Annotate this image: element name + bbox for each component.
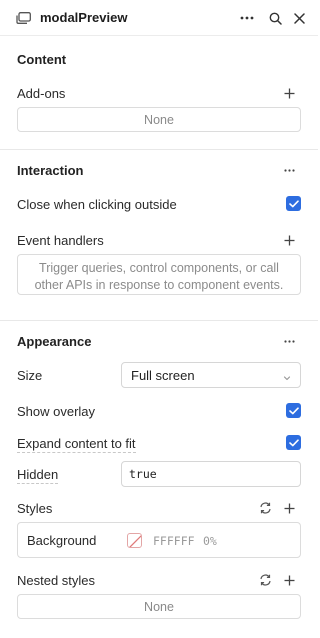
search-icon[interactable] [267, 10, 283, 26]
section-divider [0, 149, 318, 150]
addons-empty-box: None [17, 107, 301, 132]
event-handlers-label: Event handlers [17, 233, 104, 248]
style-row-background[interactable]: Background FFFFFF 0% [17, 522, 301, 558]
expand-content-label: Expand content to fit [17, 436, 136, 453]
event-handlers-empty-box: Trigger queries, control components, or … [17, 254, 301, 295]
transparent-color-swatch-icon[interactable] [127, 533, 142, 548]
hidden-label-text: Hidden [17, 467, 59, 484]
hidden-input[interactable]: true [121, 461, 301, 487]
size-select[interactable]: Full screen [121, 362, 301, 388]
reset-nested-styles-icon[interactable] [257, 572, 273, 588]
chevron-down-icon [282, 371, 292, 381]
nested-styles-empty-text: None [144, 599, 174, 614]
show-overlay-label: Show overlay [17, 404, 96, 419]
hidden-label: Hidden [17, 467, 59, 484]
event-handlers-hint: Trigger queries, control components, or … [34, 261, 284, 292]
styles-label: Styles [17, 501, 53, 516]
add-nested-style-icon[interactable] [281, 572, 297, 588]
close-icon[interactable] [291, 10, 307, 26]
style-color-hex[interactable]: FFFFFF [153, 534, 195, 548]
close-outside-checkbox[interactable] [286, 196, 301, 211]
section-divider [0, 320, 318, 321]
more-icon[interactable] [239, 10, 255, 26]
expand-content-label-text: Expand content to fit [17, 436, 136, 453]
modal-component-icon [16, 12, 31, 24]
interaction-more-icon[interactable] [280, 162, 298, 178]
add-style-icon[interactable] [281, 500, 297, 516]
addons-label: Add-ons [17, 86, 66, 101]
style-color-opacity[interactable]: 0% [203, 534, 217, 548]
inspector-header: modalPreview [0, 0, 318, 36]
expand-content-checkbox[interactable] [286, 435, 301, 450]
component-name[interactable]: modalPreview [40, 10, 127, 25]
add-addon-icon[interactable] [281, 85, 297, 101]
nested-styles-empty-box: None [17, 594, 301, 619]
hidden-input-value: true [129, 467, 157, 481]
section-title-appearance[interactable]: Appearance [17, 334, 91, 349]
reset-styles-icon[interactable] [257, 500, 273, 516]
addons-empty-text: None [144, 112, 174, 127]
section-title-interaction[interactable]: Interaction [17, 163, 83, 178]
nested-styles-label: Nested styles [17, 573, 96, 588]
close-outside-label: Close when clicking outside [17, 197, 177, 212]
section-title-content[interactable]: Content [17, 52, 66, 67]
show-overlay-checkbox[interactable] [286, 403, 301, 418]
size-label: Size [17, 368, 43, 383]
add-event-handler-icon[interactable] [281, 232, 297, 248]
size-select-value: Full screen [131, 367, 195, 383]
style-name: Background [27, 533, 97, 548]
appearance-more-icon[interactable] [280, 333, 298, 349]
